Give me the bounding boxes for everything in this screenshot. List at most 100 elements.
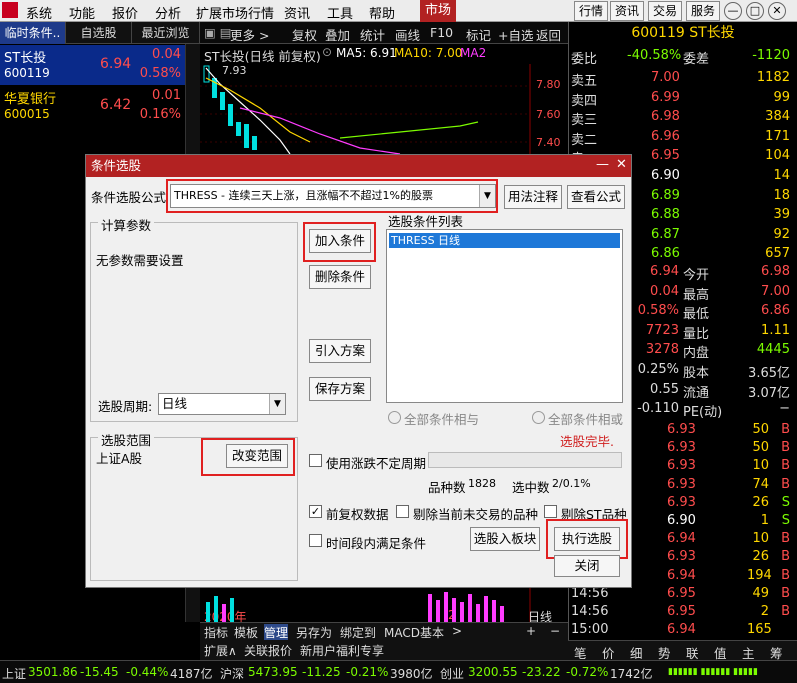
- exclude-st-checkbox[interactable]: [544, 505, 557, 518]
- menu-system[interactable]: 系统: [26, 3, 52, 22]
- menu-analysis[interactable]: 分析: [155, 3, 181, 22]
- save-as-tab[interactable]: 另存为: [296, 624, 332, 641]
- save-plan-button[interactable]: 保存方案: [309, 377, 371, 401]
- stock-row[interactable]: 华夏银行 600015 6.42 0.01 0.16%: [0, 86, 185, 126]
- condition-list[interactable]: THRESS 日线: [386, 229, 623, 403]
- chevron-down-icon[interactable]: ▼: [269, 394, 285, 414]
- calc-params-label: 计算参数: [98, 215, 155, 234]
- service-button[interactable]: 服务: [686, 1, 720, 21]
- extension-bar: 扩展∧ 关联报价 新用户福利专享: [200, 640, 568, 660]
- stock-row[interactable]: ST长投 600119 6.94 0.04 0.58%: [0, 45, 185, 85]
- new-user-tab[interactable]: 新用户福利专享: [300, 642, 384, 659]
- chart-toolbar: ▣ ▤ 更多 > 复权 叠加 统计 画线 F10 标记 +自选 返回: [200, 22, 568, 44]
- unfixed-period-label: 使用涨跌不定周期: [326, 456, 427, 471]
- close-button[interactable]: 关闭: [554, 555, 620, 577]
- view-formula-button[interactable]: 查看公式: [567, 185, 625, 209]
- mark-button[interactable]: 标记: [466, 25, 491, 44]
- expand-button[interactable]: 扩展∧: [204, 642, 237, 659]
- prev-adjust-checkbox[interactable]: ✓: [309, 505, 322, 518]
- prev-adjust-label: 前复权数据: [326, 507, 389, 522]
- stats-button[interactable]: 统计: [360, 25, 385, 44]
- tab-watchlist[interactable]: 自选股: [66, 22, 132, 44]
- dialog-minimize-icon[interactable]: —: [596, 157, 609, 172]
- count-label: 品种数: [428, 480, 466, 495]
- info-button[interactable]: 资讯: [610, 1, 644, 21]
- market-tab[interactable]: 市场: [420, 0, 456, 22]
- radio-or-label: 全部条件相或: [548, 412, 624, 427]
- sell-row: 卖三 6.98 384: [571, 109, 790, 128]
- zoom-out-button[interactable]: −: [550, 624, 560, 638]
- more-button[interactable]: 更多 >: [230, 25, 269, 44]
- menu-help[interactable]: 帮助: [369, 3, 395, 22]
- next-arrow[interactable]: >: [452, 624, 462, 638]
- maximize-icon[interactable]: □: [746, 2, 764, 20]
- tick-row: 15:00 6.94 165: [571, 622, 772, 638]
- draw-button[interactable]: 画线: [395, 25, 420, 44]
- indicator-tab[interactable]: 指标: [204, 624, 228, 641]
- radio-and-label: 全部条件相与: [404, 412, 480, 427]
- period-label: 选股周期:: [98, 399, 153, 414]
- import-plan-button[interactable]: 引入方案: [309, 339, 371, 363]
- condition-item[interactable]: THRESS 日线: [389, 233, 620, 248]
- close-icon[interactable]: ✕: [768, 2, 786, 20]
- radio-or[interactable]: [532, 411, 545, 424]
- selected-value: 2/0.1%: [552, 477, 591, 490]
- zoom-in-button[interactable]: +: [526, 624, 536, 638]
- time-range-checkbox[interactable]: [309, 534, 322, 547]
- menu-function[interactable]: 功能: [69, 3, 95, 22]
- left-tabs: 临时条件.. 自选股 最近浏览: [0, 22, 200, 44]
- related-quote-tab[interactable]: 关联报价: [244, 642, 292, 659]
- cy-amount: 1742亿: [610, 667, 653, 681]
- sell-row: 卖二 6.96 171: [571, 128, 790, 148]
- to-block-button[interactable]: 选股入板块: [470, 527, 540, 551]
- unfixed-period-checkbox[interactable]: [309, 454, 322, 467]
- minimize-icon[interactable]: —: [724, 2, 742, 20]
- radio-and[interactable]: [388, 411, 401, 424]
- highlight-frame: [546, 519, 628, 559]
- highlight-frame: [303, 222, 376, 262]
- sh-pct: -0.44%: [126, 665, 169, 679]
- delete-condition-button[interactable]: 删除条件: [309, 265, 371, 289]
- exclude-untraded-label: 剔除当前未交易的品种: [413, 507, 539, 522]
- menu-tools[interactable]: 工具: [327, 3, 353, 22]
- period-select[interactable]: 日线 ▼: [158, 393, 286, 415]
- cy-pct: -0.72%: [566, 665, 609, 679]
- quote-button[interactable]: 行情: [574, 1, 608, 21]
- volume-bars: [206, 592, 504, 622]
- overlay-button[interactable]: 叠加: [325, 25, 350, 44]
- hs-value: 5473.95: [248, 665, 298, 679]
- count-value: 1828: [468, 477, 496, 490]
- panel-icon[interactable]: ▣ ▤: [204, 25, 232, 40]
- menu-news[interactable]: 资讯: [284, 3, 310, 22]
- bind-to-tab[interactable]: 绑定到: [340, 624, 376, 641]
- sell-row: 卖四 6.99 99: [571, 89, 790, 109]
- f10-button[interactable]: F10: [430, 25, 453, 40]
- trade-button[interactable]: 交易: [648, 1, 682, 21]
- back-button[interactable]: 返回: [536, 25, 561, 44]
- usage-button[interactable]: 用法注释: [504, 185, 562, 209]
- selected-label: 选中数: [512, 480, 550, 495]
- tab-temp-condition[interactable]: 临时条件..: [0, 22, 66, 44]
- tick-row: 14:56 6.95 49 B: [571, 585, 790, 601]
- scope-label: 选股范围: [98, 430, 155, 449]
- hs-change: -11.25: [302, 665, 341, 679]
- condition-list-label: 选股条件列表: [388, 214, 464, 229]
- sh-change: -15.45: [80, 665, 119, 679]
- done-status: 选股完毕.: [560, 434, 614, 449]
- add-watch-button[interactable]: +自选: [498, 25, 533, 44]
- cy-change: -23.22: [522, 665, 561, 679]
- cy-name: 创业: [440, 667, 465, 681]
- exclude-untraded-checkbox[interactable]: [396, 505, 409, 518]
- hs-amount: 3980亿: [390, 667, 433, 681]
- menu-ext-market[interactable]: 扩展市场行情: [196, 3, 274, 22]
- dialog-close-icon[interactable]: ✕: [616, 157, 627, 172]
- sh-name: 上证: [2, 667, 27, 681]
- manage-tab[interactable]: 管理: [264, 624, 289, 641]
- menu-quote[interactable]: 报价: [112, 3, 138, 22]
- template-tab[interactable]: 模板: [234, 624, 258, 641]
- cy-value: 3200.55: [468, 665, 518, 679]
- macd-tab[interactable]: MACD基本: [384, 624, 444, 641]
- tab-recent[interactable]: 最近浏览: [132, 22, 200, 44]
- time-range-label: 时间段内满足条件: [326, 536, 427, 551]
- restore-right-button[interactable]: 复权: [292, 25, 317, 44]
